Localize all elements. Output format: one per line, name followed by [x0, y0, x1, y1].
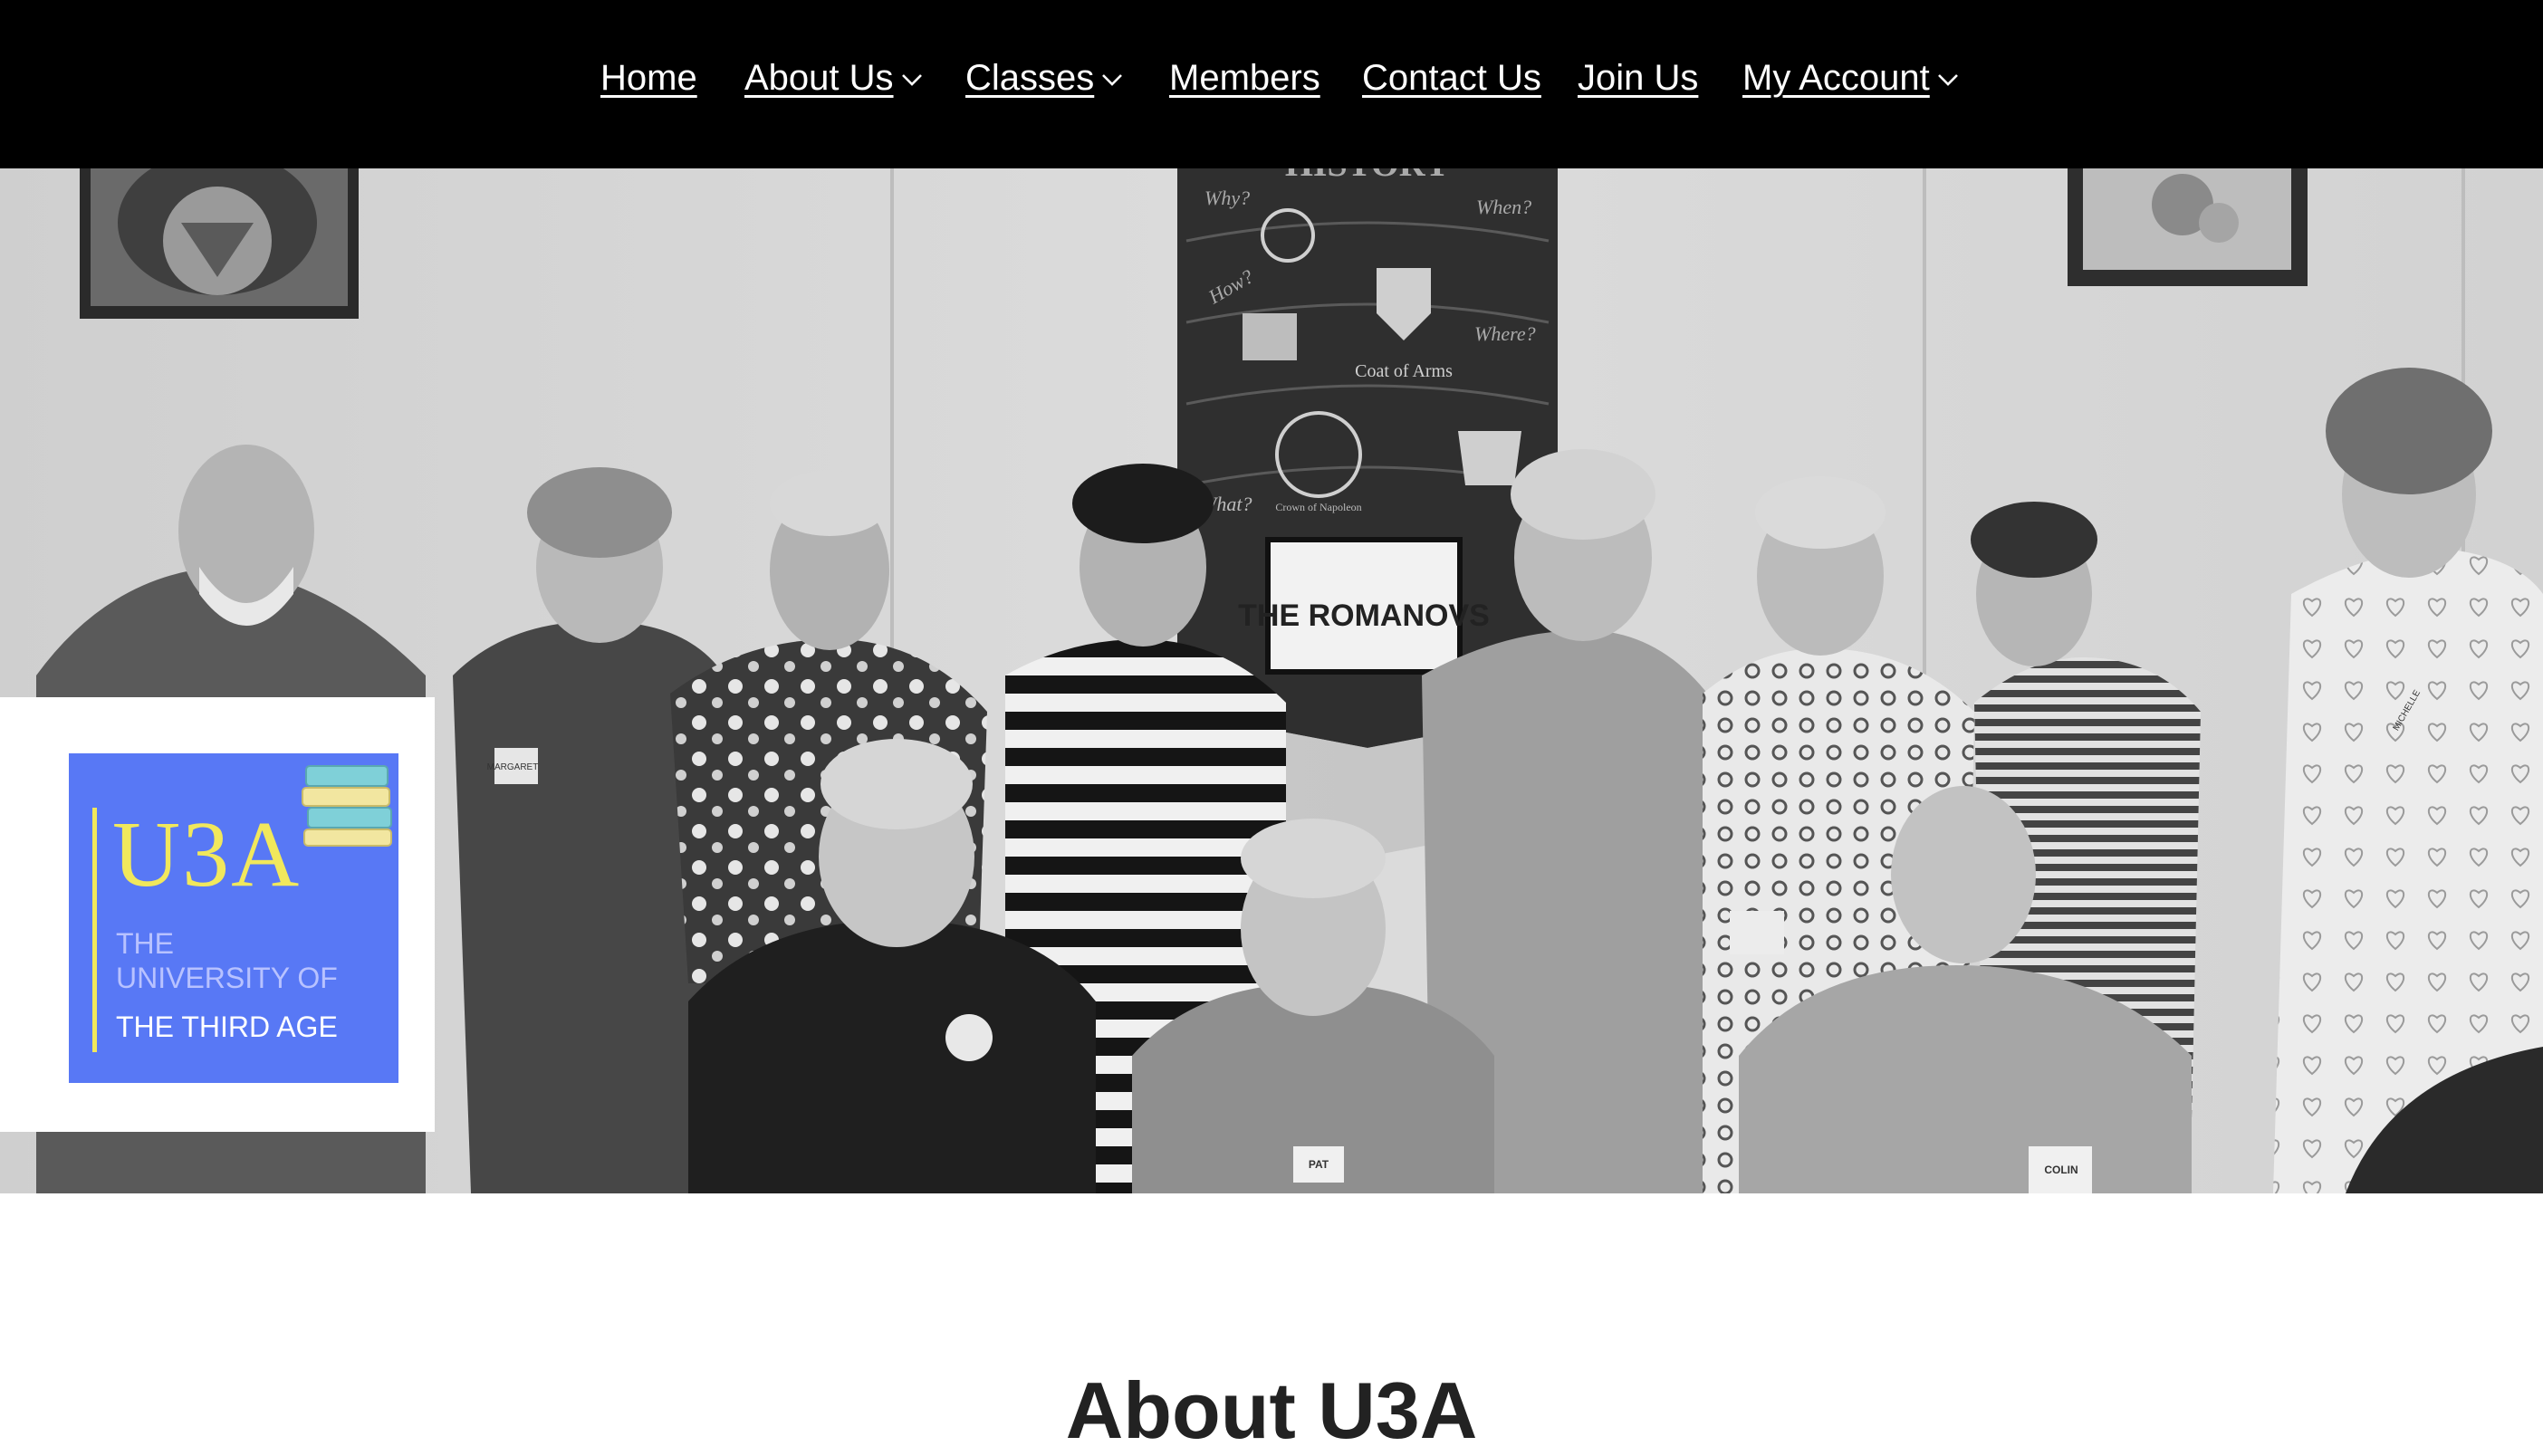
- logo-line-2: UNIVERSITY OF: [116, 962, 338, 994]
- name-tag-colin: COLIN: [2044, 1164, 2078, 1176]
- nav-home-label: Home: [600, 58, 697, 98]
- banner-caption-coat: Coat of Arms: [1355, 361, 1453, 381]
- nav-contact-us[interactable]: Contact Us: [1362, 53, 1541, 103]
- books-icon: [302, 765, 392, 847]
- nav-my-account[interactable]: My Account: [1742, 53, 1959, 103]
- nav-contact-us-label: Contact Us: [1362, 58, 1541, 98]
- nav-members[interactable]: Members: [1169, 53, 1320, 103]
- nav-join-us-label: Join Us: [1578, 58, 1699, 98]
- logo-accent-bar: [92, 808, 97, 1052]
- lion-painting: [80, 168, 359, 319]
- nav-my-account-label: My Account: [1742, 58, 1930, 98]
- section-title: About U3A: [1065, 1365, 1478, 1455]
- banner-caption-crown: Crown of Napoleon: [1275, 501, 1361, 513]
- nav-about-us[interactable]: About Us: [744, 53, 923, 103]
- name-tag-pat: PAT: [1309, 1158, 1329, 1171]
- logo-acronym: U3A: [112, 802, 302, 906]
- nav-members-label: Members: [1169, 58, 1320, 98]
- nav-classes[interactable]: Classes: [965, 53, 1123, 103]
- logo-line-1: THE: [116, 927, 174, 960]
- nav-home[interactable]: Home: [600, 53, 697, 103]
- logo-line-3: THE THIRD AGE: [116, 1011, 338, 1043]
- chevron-down-icon: [1102, 74, 1123, 87]
- name-tag-margaret: MARGARET: [487, 762, 539, 772]
- banner-word-where: Where?: [1474, 322, 1536, 345]
- nav-join-us[interactable]: Join Us: [1578, 53, 1698, 103]
- flower-painting: [2068, 168, 2308, 286]
- banner-word-why: Why?: [1204, 187, 1250, 209]
- nav-classes-label: Classes: [965, 58, 1095, 98]
- chevron-down-icon: [1937, 74, 1958, 87]
- top-navigation: Home About Us Classes Members Contact Us…: [0, 0, 2543, 168]
- banner-sign: THE ROMANOVS: [1238, 599, 1490, 633]
- chevron-down-icon: [901, 74, 922, 87]
- banner-title: HISTORY: [1285, 168, 1450, 184]
- banner-word-when: When?: [1476, 196, 1531, 218]
- nav-about-us-label: About Us: [744, 58, 894, 98]
